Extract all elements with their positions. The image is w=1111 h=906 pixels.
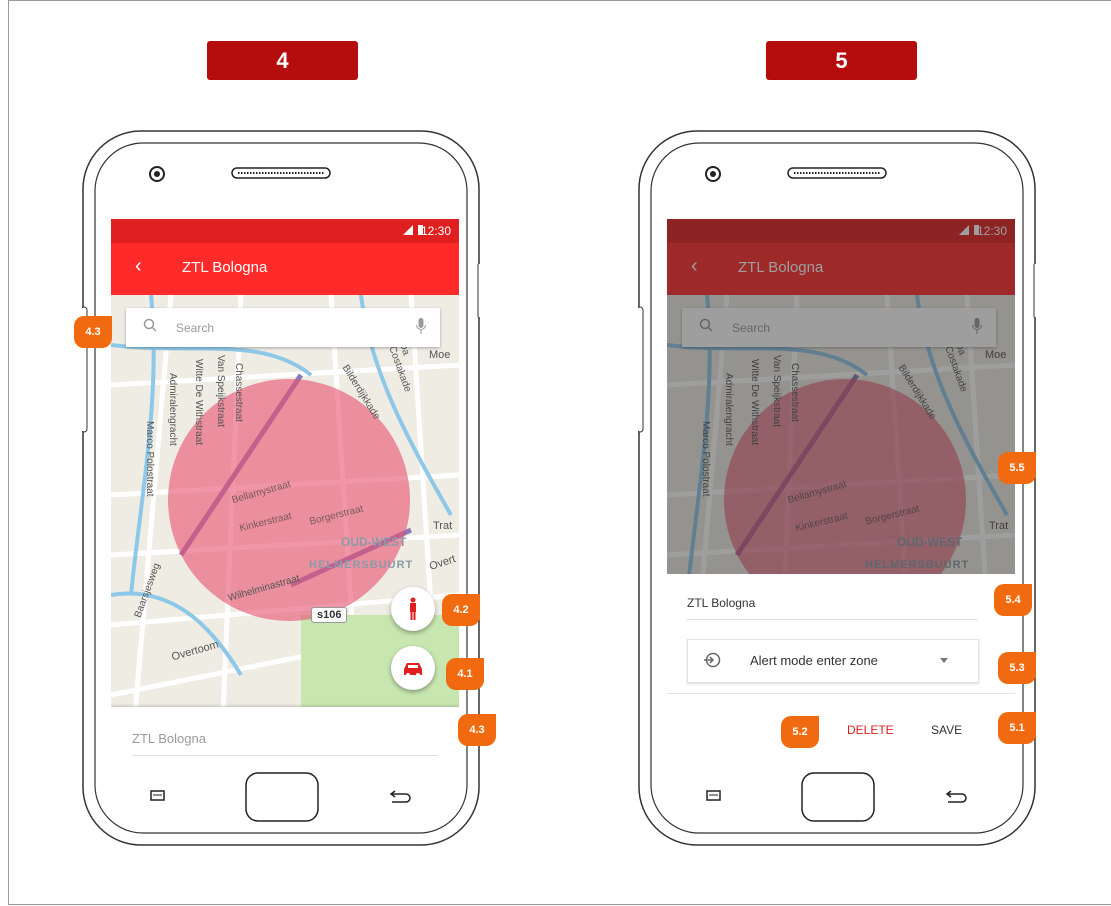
walking-person-icon — [410, 597, 416, 620]
divider — [667, 693, 1015, 694]
annotation-badge: 4.2 — [442, 594, 480, 626]
delete-button[interactable]: DELETE — [847, 723, 894, 737]
divider — [132, 755, 438, 756]
map-label: Trat — [433, 520, 453, 532]
annotation-badge: 5.3 — [998, 652, 1036, 684]
chevron-down-icon — [940, 658, 948, 663]
app-bar: ‹ ZTL Bologna — [111, 243, 459, 295]
annotation-badge: 4.1 — [446, 658, 484, 690]
map-label: Admiralengracht — [167, 373, 178, 446]
phone-left: Bellamystraat Kinkerstraat Borgerstraat … — [82, 130, 480, 846]
map-label: Van Speijkstraat — [215, 355, 226, 428]
search-input[interactable]: Search — [126, 308, 440, 347]
annotation-badge: 5.4 — [994, 584, 1032, 616]
annotation-badge: 4.3 — [458, 714, 496, 746]
map-label: OUD-WEST — [341, 535, 407, 549]
map-label: HELMERSBUURT — [309, 559, 414, 571]
dim-overlay — [667, 219, 1015, 574]
search-icon — [143, 318, 157, 332]
step-label-5: 5 — [766, 41, 917, 80]
step-label-4: 4 — [207, 41, 358, 80]
walk-mode-button[interactable] — [391, 587, 435, 631]
map-view[interactable]: Bellamystraat Kinkerstraat Borgerstraat … — [111, 294, 459, 760]
enter-zone-icon — [704, 652, 721, 668]
status-time: 12:30 — [420, 224, 451, 238]
alert-mode-dropdown[interactable]: Alert mode enter zone — [687, 639, 979, 683]
search-placeholder: Search — [176, 321, 215, 335]
annotation-badge: 5.5 — [998, 452, 1036, 484]
zone-name: ZTL Bologna — [132, 731, 206, 746]
screen-right: Bellamystraat Kinkerstraat Borgerstraat … — [667, 219, 1015, 760]
dropdown-selected-value: Alert mode enter zone — [750, 653, 878, 668]
page-title: ZTL Bologna — [182, 259, 268, 276]
status-bar: 12:30 — [111, 219, 459, 243]
screen-left: Bellamystraat Kinkerstraat Borgerstraat … — [111, 219, 459, 760]
annotation-badge: 5.2 — [781, 716, 819, 748]
map-label: Chassestraat — [233, 363, 244, 422]
map-label: Moe — [429, 349, 451, 361]
road-shield: s106 — [311, 607, 348, 623]
signal-icon — [403, 225, 413, 235]
phone-right: Bellamystraat Kinkerstraat Borgerstraat … — [638, 130, 1036, 846]
car-mode-button[interactable] — [391, 646, 435, 690]
map-label: Witte De Withstraat — [193, 359, 204, 446]
mic-icon[interactable] — [416, 318, 426, 334]
save-button[interactable]: SAVE — [931, 723, 962, 737]
back-arrow-icon[interactable]: ‹ — [135, 255, 142, 278]
map-label: Marco Polostraat — [144, 421, 155, 497]
zone-bottom-sheet[interactable]: ZTL Bologna — [111, 707, 459, 760]
zone-name-field[interactable]: ZTL Bologna — [687, 596, 977, 620]
annotation-badge: 4.3 — [74, 316, 112, 348]
annotation-badge: 5.1 — [998, 712, 1036, 744]
car-icon — [404, 663, 422, 677]
